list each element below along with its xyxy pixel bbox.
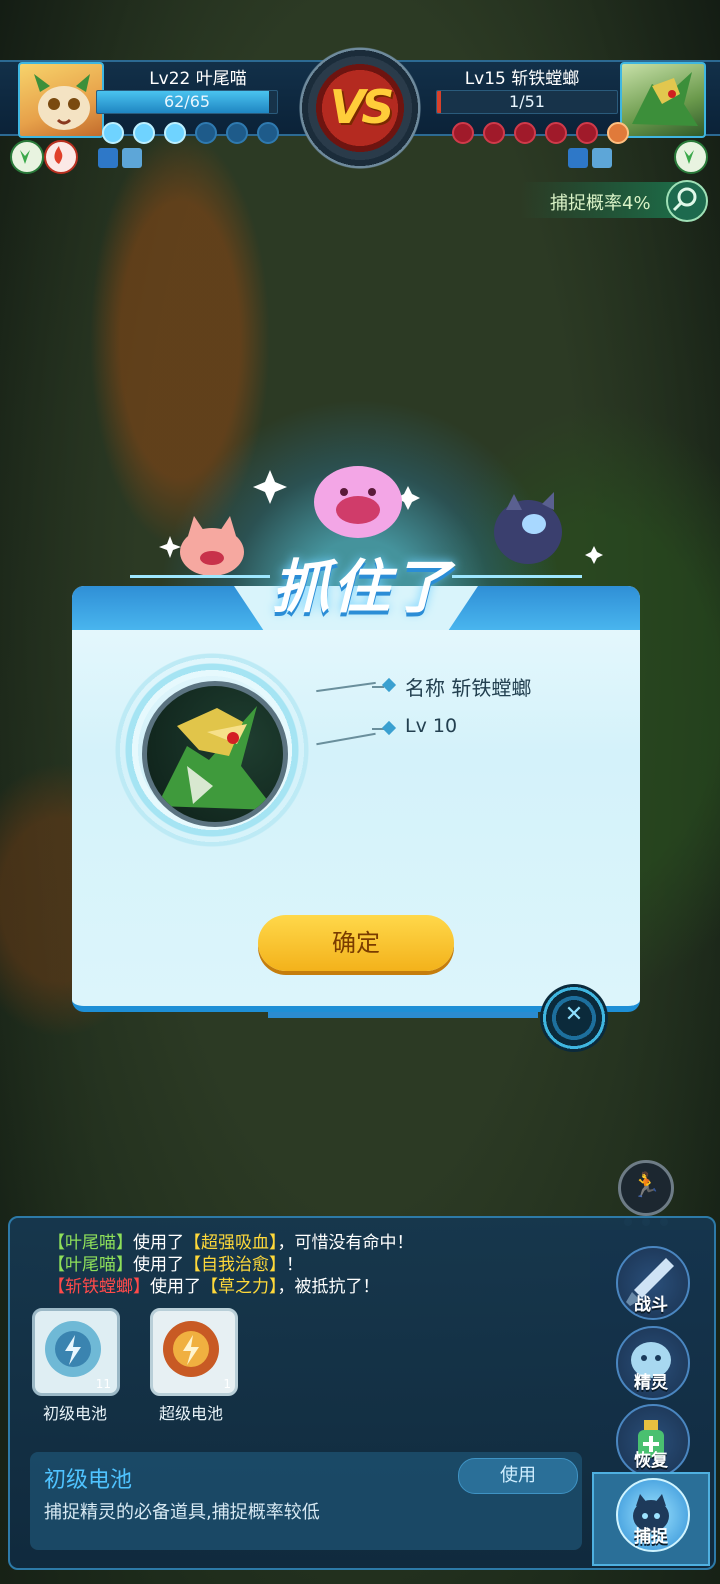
- capture-label: 捕捉: [634, 1527, 668, 1547]
- battle-log-segment: ，被抵抗了！: [277, 1277, 380, 1297]
- grass-type-icon: [10, 140, 44, 174]
- opponent-buff-icons: [568, 148, 614, 168]
- item-slot-basic-battery[interactable]: 11: [32, 1308, 120, 1396]
- capture-rate-text: 捕捉概率4%: [550, 193, 651, 214]
- spirit-label: 精灵: [634, 1373, 668, 1393]
- player-hp-text: 62/65: [163, 92, 211, 111]
- opponent-skill-slots: [452, 122, 638, 148]
- use-item-button[interactable]: 使用: [458, 1458, 578, 1494]
- opponent-hp-bar: 1/51: [436, 90, 618, 114]
- title-decoration-line: [130, 575, 270, 578]
- card-bottom-accent: [268, 1012, 538, 1018]
- skill-slot-icon: [102, 122, 124, 144]
- skill-slot-icon: [576, 122, 598, 144]
- selected-item-description: 捕捉精灵的必备道具,捕捉概率较低: [44, 1502, 320, 1523]
- magnifier-icon: [666, 180, 708, 222]
- capture-rate-indicator: 捕捉概率4%: [520, 180, 708, 222]
- battle-log-segment: 【草之力】: [201, 1277, 278, 1297]
- player-hp-bar: 62/65: [96, 90, 278, 114]
- wing-icon: [592, 148, 612, 168]
- capture-success-title: 抓住了: [271, 553, 452, 621]
- mantis-creature-icon: [157, 706, 275, 810]
- selected-item-title: 初级电池: [44, 1468, 133, 1493]
- grass-type-icon: [674, 140, 708, 174]
- vs-label: VS: [329, 80, 395, 134]
- confirm-button[interactable]: 确定: [258, 915, 454, 971]
- battle-log-segment: 【超强吸血】: [184, 1233, 278, 1253]
- versus-emblem: VS: [298, 46, 422, 170]
- basic-battery-icon: [45, 1321, 101, 1377]
- escape-button[interactable]: 🏃: [618, 1160, 674, 1216]
- shield-icon: [98, 148, 118, 168]
- pink-creature-icon: [314, 466, 402, 538]
- dark-creature-icon: [494, 492, 562, 564]
- skill-slot-icon: [545, 122, 567, 144]
- super-battery-icon: [163, 1321, 219, 1377]
- player-buff-icons: [98, 148, 144, 168]
- skill-slot-icon: [483, 122, 505, 144]
- battle-log-segment: ，可惜没有命中！: [277, 1233, 414, 1253]
- battle-log-segment: 【叶尾喵】: [48, 1233, 133, 1253]
- battle-log-segment: 【自我治愈】: [184, 1255, 286, 1275]
- battle-log-segment: 使用了: [133, 1233, 184, 1253]
- skill-slot-icon: [133, 122, 155, 144]
- fire-type-icon: [44, 140, 78, 174]
- sparkle-icon: [585, 546, 603, 564]
- battle-log-segment: ！: [286, 1255, 303, 1275]
- player-skill-slots: [102, 122, 288, 148]
- sparkle-icon: [159, 536, 181, 558]
- item-count: 11: [95, 1377, 111, 1391]
- player-name: Lv22 叶尾喵: [149, 69, 247, 89]
- skill-slot-icon: [607, 122, 629, 144]
- item-slot-super-battery[interactable]: 1: [150, 1308, 238, 1396]
- item-count: 1: [223, 1377, 231, 1391]
- close-button[interactable]: ✕: [540, 984, 608, 1052]
- title-decoration-line: [452, 575, 582, 578]
- fight-label: 战斗: [634, 1295, 668, 1315]
- battle-log-segment: 使用了: [150, 1277, 201, 1297]
- skill-slot-icon: [257, 122, 279, 144]
- wing-icon: [122, 148, 142, 168]
- captured-level: Lv 10: [405, 715, 458, 737]
- captured-name: 名称 斩铁螳螂: [405, 676, 532, 700]
- battle-log-line: 【叶尾喵】使用了【超强吸血】，可惜没有命中！: [48, 1232, 568, 1254]
- close-icon: ✕: [564, 1002, 584, 1027]
- skill-slot-icon: [195, 122, 217, 144]
- connector-line: [372, 686, 384, 688]
- battle-log-line: 【叶尾喵】使用了【自我治愈】！: [48, 1254, 568, 1276]
- sparkle-icon: [253, 470, 287, 504]
- skill-slot-icon: [226, 122, 248, 144]
- battle-log-segment: 【叶尾喵】: [48, 1255, 133, 1275]
- player-portrait[interactable]: [18, 62, 104, 138]
- battle-log-segment: 【斩铁螳螂】: [48, 1277, 150, 1297]
- opponent-name: Lv15 斩铁螳螂: [464, 69, 580, 89]
- skill-slot-icon: [164, 122, 186, 144]
- battle-log-segment: 使用了: [133, 1255, 184, 1275]
- skill-slot-icon: [452, 122, 474, 144]
- item-label: 初级电池: [42, 1404, 107, 1423]
- battle-log-line: 【斩铁螳螂】使用了【草之力】，被抵抗了！: [48, 1276, 568, 1298]
- cat-creature-icon: [180, 516, 244, 576]
- item-label: 超级电池: [158, 1404, 223, 1423]
- opponent-hp-text: 1/51: [509, 92, 545, 111]
- captured-creature-avatar: [142, 681, 288, 827]
- battle-log: 【叶尾喵】使用了【超强吸血】，可惜没有命中！ 【叶尾喵】使用了【自我治愈】！ 【斩铁…: [48, 1232, 568, 1298]
- running-man-icon: 🏃: [631, 1171, 661, 1199]
- skill-slot-icon: [514, 122, 536, 144]
- player-creature-icon: [34, 74, 90, 130]
- shield-icon: [568, 148, 588, 168]
- recover-label: 恢复: [634, 1451, 668, 1471]
